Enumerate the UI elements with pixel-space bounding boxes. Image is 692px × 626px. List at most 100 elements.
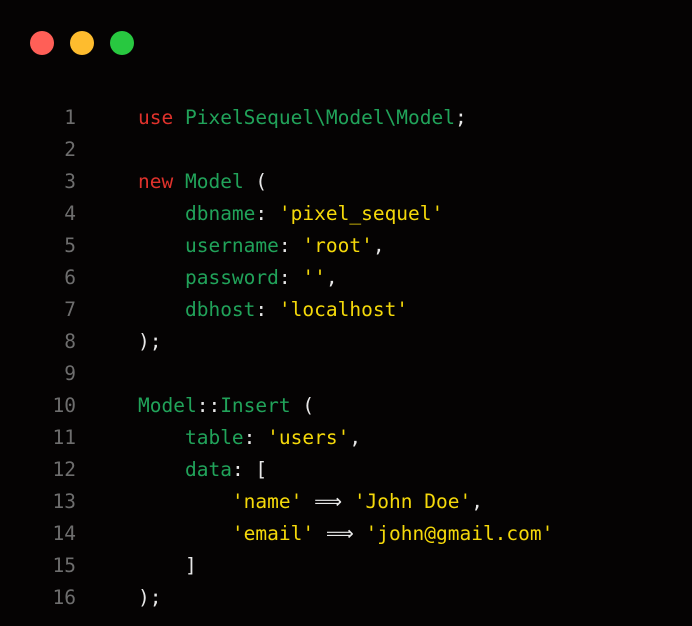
window-controls	[30, 31, 134, 55]
line-number: 11	[52, 426, 76, 449]
minimize-button[interactable]	[70, 31, 94, 55]
line-source: 'email' ⟹ 'john@gmail.com'	[76, 518, 553, 550]
code-token: data	[184, 458, 232, 481]
code-token: PixelSequel\Model\Model	[184, 106, 456, 129]
code-token: 'pixel_sequel'	[278, 202, 444, 225]
code-line: 10 Model::Insert (	[0, 390, 692, 422]
code-line: 12 data: [	[0, 454, 692, 486]
code-line: 7 dbhost: 'localhost'	[0, 294, 692, 326]
code-token: Model	[184, 170, 244, 193]
code-token: : [	[231, 458, 268, 481]
line-source	[76, 134, 138, 166]
code-token: (	[290, 394, 315, 417]
code-line: 8);	[0, 326, 692, 358]
code-token: ,	[372, 234, 385, 257]
code-line: 14 'email' ⟹ 'john@gmail.com'	[0, 518, 692, 550]
code-token: Insert	[220, 394, 291, 417]
code-token: 'localhost'	[278, 298, 409, 321]
line-number: 13	[52, 490, 76, 513]
line-number: 8	[64, 330, 76, 353]
code-token: :	[278, 266, 303, 289]
code-token: ,	[349, 426, 362, 449]
code-line: 1 use PixelSequel\Model\Model;	[0, 102, 692, 134]
code-token: :	[255, 298, 279, 321]
line-source: ]	[76, 550, 197, 582]
code-line: 3 new Model (	[0, 166, 692, 198]
line-number: 16	[52, 586, 76, 609]
code-token: ]	[138, 554, 197, 577]
code-token: );	[138, 330, 162, 353]
line-source: password: '',	[76, 262, 338, 294]
code-token: ::	[196, 394, 221, 417]
line-source: );	[76, 582, 161, 614]
code-line: 11 table: 'users',	[0, 422, 692, 454]
line-number: 9	[64, 362, 76, 385]
line-number: 4	[64, 202, 76, 225]
code-token: 'email'	[231, 522, 315, 545]
code-token: :	[255, 202, 279, 225]
code-token: ;	[455, 106, 467, 129]
line-source: dbhost: 'localhost'	[76, 294, 408, 326]
code-line: 2	[0, 134, 692, 166]
code-token: ,	[325, 266, 338, 289]
code-token: 'John Doe'	[353, 490, 472, 513]
line-number: 2	[64, 138, 76, 161]
code-token: ⟹	[314, 522, 366, 545]
code-token: ⟹	[302, 490, 354, 513]
maximize-button[interactable]	[110, 31, 134, 55]
line-source	[76, 358, 138, 390]
line-number: 15	[52, 554, 76, 577]
line-number: 1	[64, 106, 76, 129]
code-token: new	[138, 170, 174, 193]
line-number: 3	[64, 170, 76, 193]
code-token: dbhost	[184, 298, 256, 321]
code-line: 6 password: '',	[0, 262, 692, 294]
line-source: 'name' ⟹ 'John Doe',	[76, 486, 483, 518]
line-source: use PixelSequel\Model\Model;	[76, 102, 467, 134]
code-token: :	[243, 426, 268, 449]
code-line: 9	[0, 358, 692, 390]
line-number: 6	[64, 266, 76, 289]
code-token: 'root'	[302, 234, 373, 257]
code-token: :	[278, 234, 303, 257]
code-token: );	[138, 586, 162, 609]
code-token: table	[184, 426, 244, 449]
code-line: 4 dbname: 'pixel_sequel'	[0, 198, 692, 230]
code-token: username	[184, 234, 279, 257]
code-line: 13 'name' ⟹ 'John Doe',	[0, 486, 692, 518]
code-token: use	[138, 106, 174, 129]
line-source: new Model (	[76, 166, 267, 198]
code-token: dbname	[184, 202, 256, 225]
code-block: 1 use PixelSequel\Model\Model; 2 3 new Model…	[0, 102, 692, 614]
line-source: table: 'users',	[76, 422, 361, 454]
code-line: 16);	[0, 582, 692, 614]
line-source: username: 'root',	[76, 230, 385, 262]
code-token: Model	[138, 394, 197, 417]
code-window: 1 use PixelSequel\Model\Model; 2 3 new Model…	[0, 0, 692, 626]
code-line: 5 username: 'root',	[0, 230, 692, 262]
line-source: data: [	[76, 454, 267, 486]
code-token: (	[243, 170, 268, 193]
line-number: 7	[64, 298, 76, 321]
code-token: ,	[471, 490, 483, 513]
line-source: dbname: 'pixel_sequel'	[76, 198, 443, 230]
line-number: 5	[64, 234, 76, 257]
line-number: 14	[52, 522, 76, 545]
code-token: 'users'	[267, 426, 350, 449]
code-token: 'john@gmail.com'	[365, 522, 554, 545]
line-source: Model::Insert (	[76, 390, 314, 422]
line-number: 12	[52, 458, 76, 481]
close-button[interactable]	[30, 31, 54, 55]
code-token: 'name'	[231, 490, 303, 513]
code-token: ''	[302, 266, 326, 289]
code-token: password	[184, 266, 279, 289]
code-line: 15 ]	[0, 550, 692, 582]
